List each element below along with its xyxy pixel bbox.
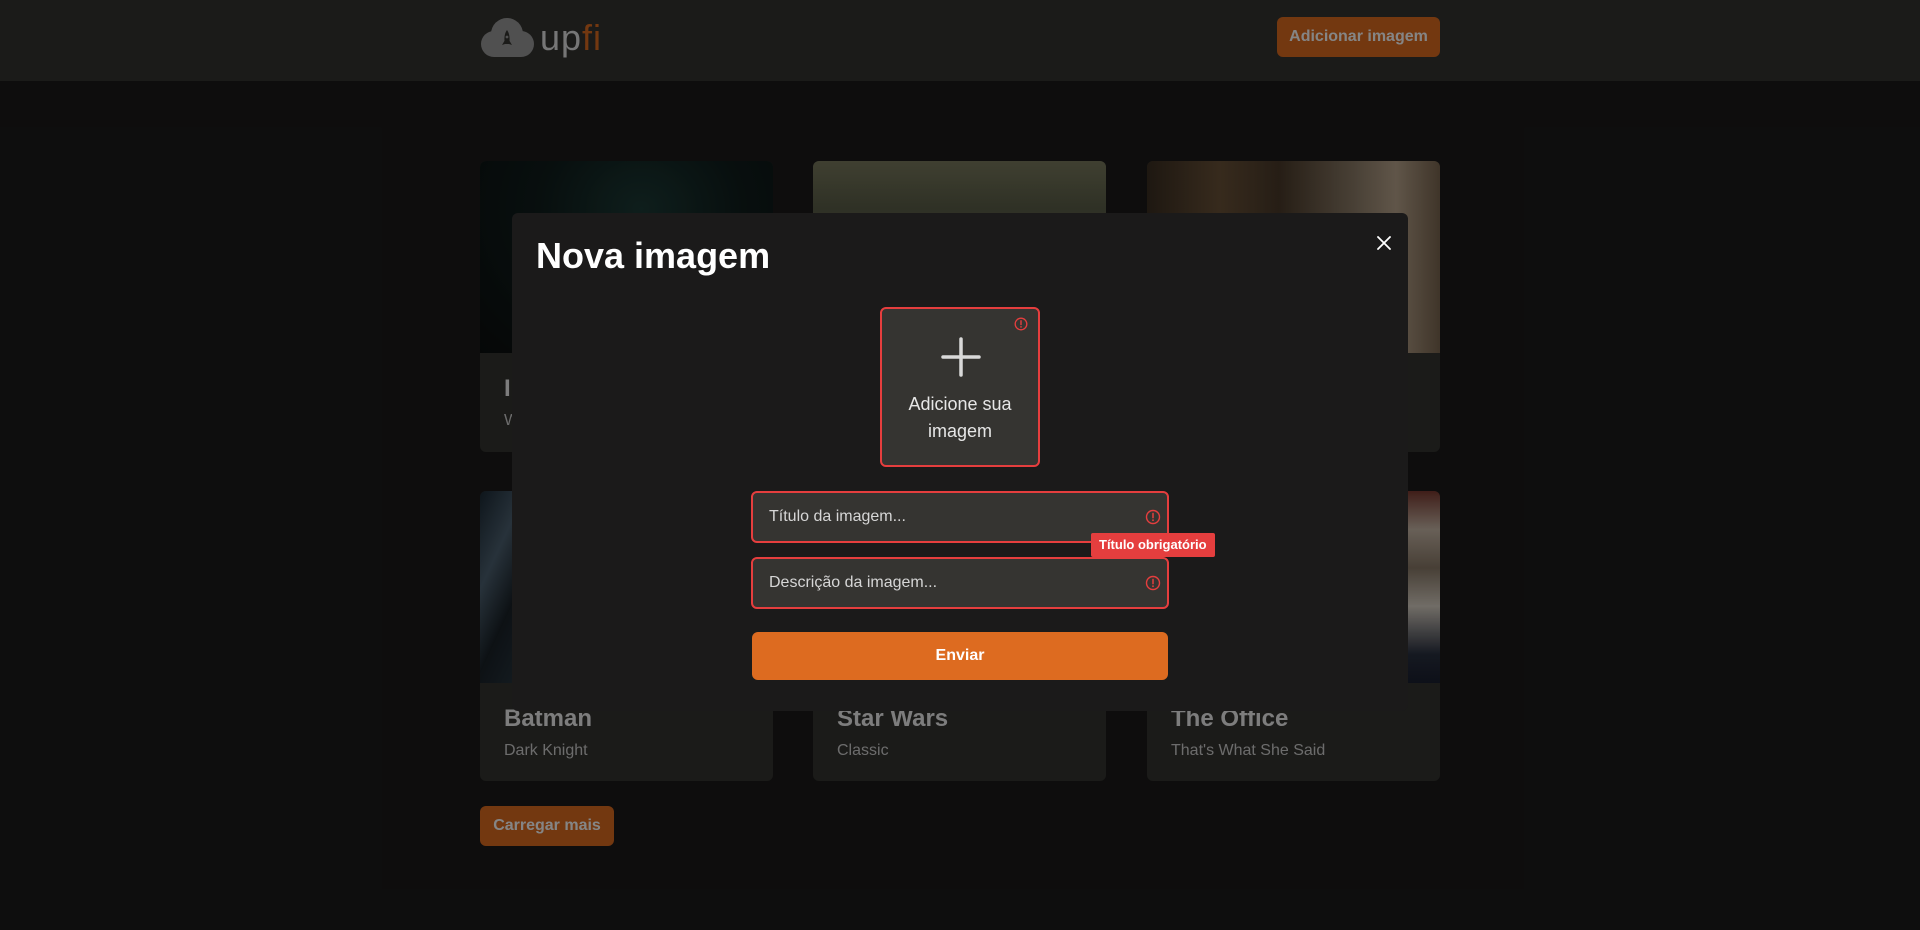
plus-icon bbox=[941, 337, 981, 377]
upload-label: Adicione sua imagem bbox=[908, 394, 1012, 441]
close-icon bbox=[1377, 236, 1391, 250]
description-input[interactable] bbox=[753, 559, 1123, 607]
warning-icon bbox=[1145, 575, 1161, 591]
submit-button[interactable]: Enviar bbox=[752, 632, 1168, 680]
description-field bbox=[751, 557, 1169, 609]
new-image-modal: Nova imagem Adicione sua imagem Título d… bbox=[512, 213, 1408, 711]
page: upfi Adicionar imagem I W Batman Dark Kn… bbox=[0, 0, 1920, 930]
warning-icon bbox=[1145, 509, 1161, 525]
modal-title: Nova imagem bbox=[536, 235, 771, 276]
close-button[interactable] bbox=[1368, 227, 1400, 259]
title-error-tooltip: Título obrigatório bbox=[1091, 533, 1215, 557]
image-upload-dropzone[interactable]: Adicione sua imagem bbox=[880, 307, 1040, 467]
warning-icon bbox=[1014, 317, 1028, 331]
title-input[interactable] bbox=[753, 493, 1123, 541]
